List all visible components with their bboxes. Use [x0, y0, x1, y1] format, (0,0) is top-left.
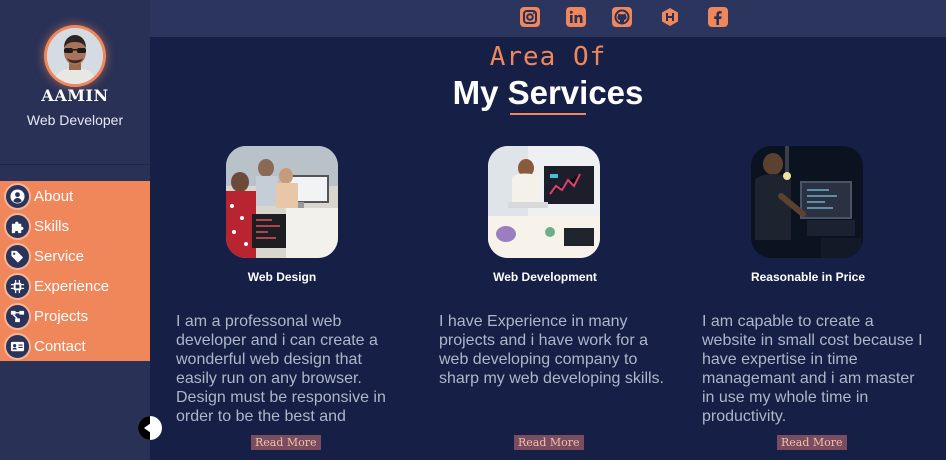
profile-card: AAMIN Web Developer	[0, 0, 150, 165]
read-more-button[interactable]: Read More	[777, 435, 847, 450]
nav-item-experience[interactable]: Experience	[4, 273, 150, 300]
service-description: I am capable to create a website in smal…	[702, 313, 923, 425]
nav-label: About	[34, 188, 74, 205]
service-image-web-development	[488, 146, 600, 258]
nav-item-about[interactable]: About	[4, 183, 150, 210]
profile-role: Web Developer	[26, 112, 124, 128]
github-icon[interactable]	[612, 7, 632, 27]
nav-item-contact[interactable]: Contact	[4, 333, 150, 360]
service-description: I have Experience in many projects and i…	[439, 313, 664, 387]
puzzle-icon	[4, 213, 31, 240]
profile-name: AAMIN	[41, 86, 109, 105]
chevron-left-icon	[144, 423, 151, 433]
nav-label: Projects	[34, 308, 89, 325]
project-diagram-icon	[4, 303, 31, 330]
read-more-button[interactable]: Read More	[514, 435, 584, 450]
nav-label: Service	[34, 248, 85, 265]
service-title: Reasonable in Price	[750, 270, 866, 284]
profile-photo	[47, 28, 103, 84]
nav-label: Contact	[34, 338, 86, 355]
user-circle-icon	[4, 183, 31, 210]
avatar	[44, 25, 106, 87]
linkedin-icon[interactable]	[566, 7, 586, 27]
services-section: Area Of My Services Web Design I am a pr…	[150, 37, 946, 460]
nav-item-service[interactable]: Service	[4, 243, 150, 270]
title-underline	[510, 113, 586, 115]
nav-label: Skills	[34, 218, 70, 235]
social-bar	[150, 0, 946, 37]
nav-item-skills[interactable]: Skills	[4, 213, 150, 240]
service-image-web-design	[226, 146, 338, 258]
service-description: I am a professonal web developer and i c…	[176, 313, 386, 425]
hackerrank-icon[interactable]	[660, 7, 680, 27]
read-more-button[interactable]: Read More	[251, 435, 321, 450]
section-title: My Services	[452, 74, 644, 111]
chip-icon	[4, 273, 31, 300]
nav-item-projects[interactable]: Projects	[4, 303, 150, 330]
nav-label: Experience	[34, 278, 110, 295]
tags-icon	[4, 243, 31, 270]
sidebar: AAMIN Web Developer About Skills Service	[0, 0, 150, 460]
service-title: Web Development	[493, 270, 597, 284]
instagram-icon[interactable]	[520, 7, 540, 27]
service-image-reasonable-price	[751, 146, 863, 258]
service-title: Web Design	[247, 270, 317, 284]
theme-toggle-button[interactable]	[138, 416, 162, 440]
section-subtitle: Area Of	[489, 42, 607, 72]
address-card-icon	[4, 333, 31, 360]
facebook-icon[interactable]	[708, 7, 728, 27]
nav-menu: About Skills Service Experience Projects	[0, 181, 150, 361]
